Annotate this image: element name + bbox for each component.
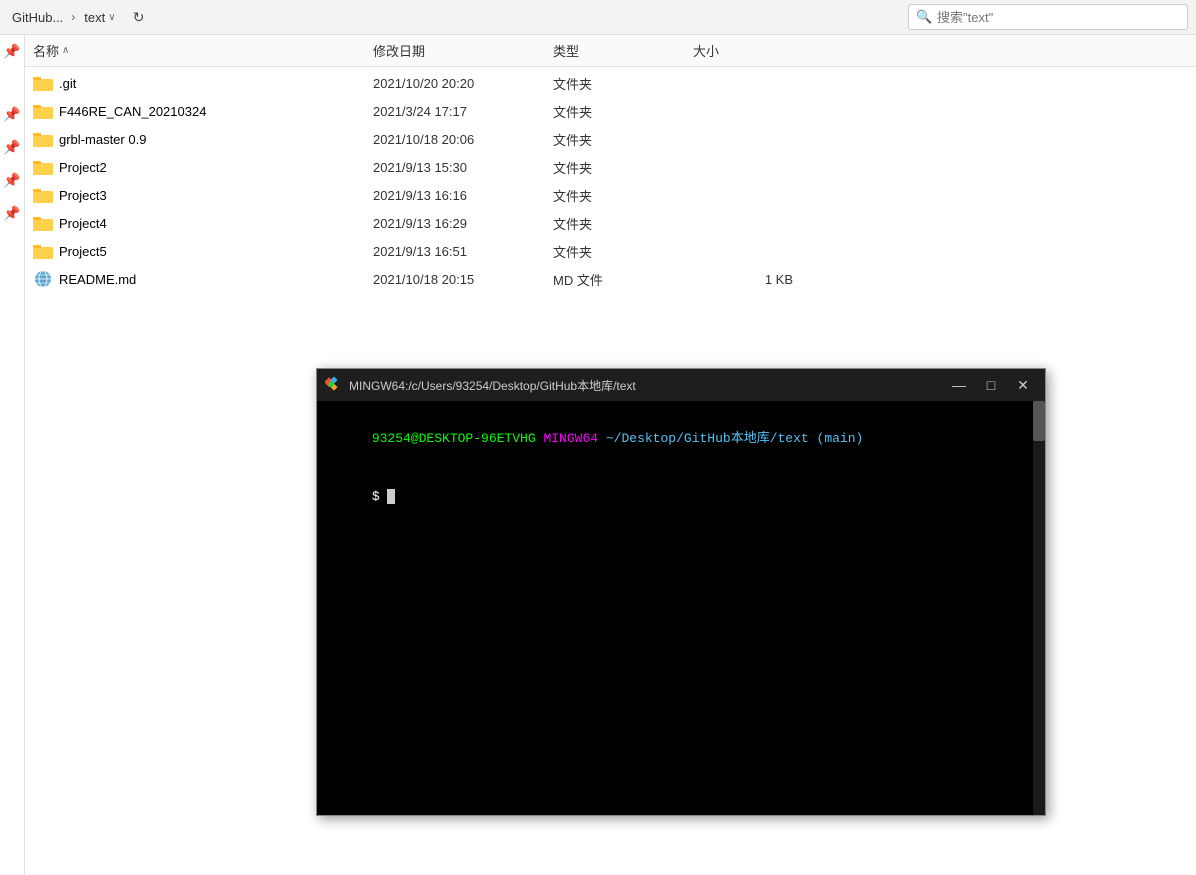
file-date: 2021/9/13 16:51 [373, 244, 553, 259]
breadcrumb-area: GitHub... › text ∨ ↻ [8, 3, 902, 31]
file-name-cell: README.md [33, 270, 373, 288]
git-logo-icon [325, 376, 343, 394]
col-header-type[interactable]: 类型 [553, 41, 693, 60]
file-date: 2021/10/18 20:06 [373, 132, 553, 147]
terminal-line-2: $ ​ [325, 468, 1037, 527]
file-name: grbl-master 0.9 [59, 132, 146, 147]
file-type: 文件夹 [553, 214, 693, 233]
col-header-name[interactable]: 名称 ∧ [33, 41, 373, 60]
table-row[interactable]: Project2 2021/9/13 15:30 文件夹 [25, 153, 1196, 181]
col-size-label: 大小 [693, 41, 719, 60]
terminal-path: ~/Desktop/GitHub本地库/text [606, 431, 809, 446]
breadcrumb-current[interactable]: text ∨ [79, 7, 120, 28]
file-rows: .git 2021/10/20 20:20 文件夹 F446RE_CAN_202… [25, 67, 1196, 295]
file-date: 2021/9/13 16:16 [373, 188, 553, 203]
file-name: Project2 [59, 160, 107, 175]
file-name-cell: grbl-master 0.9 [33, 131, 373, 147]
table-row[interactable]: .git 2021/10/20 20:20 文件夹 [25, 69, 1196, 97]
folder-icon [33, 75, 53, 91]
file-size: 1 KB [693, 272, 793, 287]
file-type: 文件夹 [553, 242, 693, 261]
terminal-scrollbar[interactable] [1033, 401, 1045, 815]
file-name-cell: Project5 [33, 243, 373, 259]
file-name: README.md [59, 272, 136, 287]
col-type-label: 类型 [553, 41, 579, 60]
terminal-controls: — □ ✕ [945, 374, 1037, 396]
sort-arrow-icon: ∧ [62, 45, 69, 56]
terminal-prompt: $ [372, 489, 388, 504]
folder-icon [33, 187, 53, 203]
nav-pane: 📌 📌 📌 📌 📌 [0, 35, 25, 875]
file-name: F446RE_CAN_20210324 [59, 104, 206, 119]
file-name-cell: Project2 [33, 159, 373, 175]
terminal-minimize-button[interactable]: — [945, 374, 973, 396]
file-name-cell: .git [33, 75, 373, 91]
file-date: 2021/9/13 15:30 [373, 160, 553, 175]
table-row[interactable]: Project3 2021/9/13 16:16 文件夹 [25, 181, 1196, 209]
file-type: 文件夹 [553, 130, 693, 149]
terminal-branch: (main) [817, 431, 864, 446]
chevron-down-icon: ∨ [108, 12, 115, 23]
table-row[interactable]: README.md 2021/10/18 20:15 MD 文件 1 KB [25, 265, 1196, 293]
file-name: Project4 [59, 216, 107, 231]
col-date-label: 修改日期 [373, 41, 425, 60]
terminal-user: 93254@DESKTOP-96ETVHG [372, 431, 536, 446]
file-name-cell: F446RE_CAN_20210324 [33, 103, 373, 119]
file-date: 2021/3/24 17:17 [373, 104, 553, 119]
terminal-maximize-button[interactable]: □ [977, 374, 1005, 396]
table-row[interactable]: Project4 2021/9/13 16:29 文件夹 [25, 209, 1196, 237]
refresh-button[interactable]: ↻ [125, 3, 153, 31]
file-type: 文件夹 [553, 102, 693, 121]
folder-icon [33, 103, 53, 119]
file-type: 文件夹 [553, 158, 693, 177]
pin-icon-3[interactable]: 📌 [3, 139, 20, 156]
table-row[interactable]: Project5 2021/9/13 16:51 文件夹 [25, 237, 1196, 265]
file-type: 文件夹 [553, 186, 693, 205]
folder-icon [33, 131, 53, 147]
breadcrumb-parent[interactable]: GitHub... [8, 8, 67, 27]
file-date: 2021/9/13 16:29 [373, 216, 553, 231]
file-name-cell: Project3 [33, 187, 373, 203]
pin-icon-1[interactable]: 📌 [3, 43, 20, 60]
search-input[interactable] [908, 4, 1188, 30]
file-icon [33, 270, 53, 288]
folder-icon [33, 215, 53, 231]
col-header-size[interactable]: 大小 [693, 41, 793, 60]
column-headers: 名称 ∧ 修改日期 类型 大小 [25, 35, 1196, 67]
terminal-scrollbar-thumb[interactable] [1033, 401, 1045, 441]
file-name: Project3 [59, 188, 107, 203]
terminal-body[interactable]: 93254@DESKTOP-96ETVHG MINGW64 ~/Desktop/… [317, 401, 1045, 815]
file-date: 2021/10/20 20:20 [373, 76, 553, 91]
table-row[interactable]: grbl-master 0.9 2021/10/18 20:06 文件夹 [25, 125, 1196, 153]
terminal-window: MINGW64:/c/Users/93254/Desktop/GitHub本地库… [316, 368, 1046, 816]
file-name: Project5 [59, 244, 107, 259]
pin-icon-4[interactable]: 📌 [3, 172, 20, 189]
search-container: 🔍 [908, 4, 1188, 30]
terminal-close-button[interactable]: ✕ [1009, 374, 1037, 396]
col-name-label: 名称 [33, 41, 59, 60]
table-row[interactable]: F446RE_CAN_20210324 2021/3/24 17:17 文件夹 [25, 97, 1196, 125]
terminal-title-bar: MINGW64:/c/Users/93254/Desktop/GitHub本地库… [317, 369, 1045, 401]
terminal-line-1: 93254@DESKTOP-96ETVHG MINGW64 ~/Desktop/… [325, 409, 1037, 468]
pin-icon-5[interactable]: 📌 [3, 205, 20, 222]
folder-icon [33, 159, 53, 175]
folder-icon [33, 243, 53, 259]
title-bar: GitHub... › text ∨ ↻ 🔍 [0, 0, 1196, 35]
terminal-title-text: MINGW64:/c/Users/93254/Desktop/GitHub本地库… [349, 377, 939, 394]
file-date: 2021/10/18 20:15 [373, 272, 553, 287]
file-type: MD 文件 [553, 270, 693, 289]
terminal-app: MINGW64 [543, 431, 598, 446]
file-type: 文件夹 [553, 74, 693, 93]
file-name-cell: Project4 [33, 215, 373, 231]
file-name: .git [59, 76, 76, 91]
breadcrumb-current-label: text [84, 10, 105, 25]
breadcrumb-separator: › [71, 10, 75, 24]
pin-icon-2[interactable]: 📌 [3, 106, 20, 123]
col-header-date[interactable]: 修改日期 [373, 41, 553, 60]
